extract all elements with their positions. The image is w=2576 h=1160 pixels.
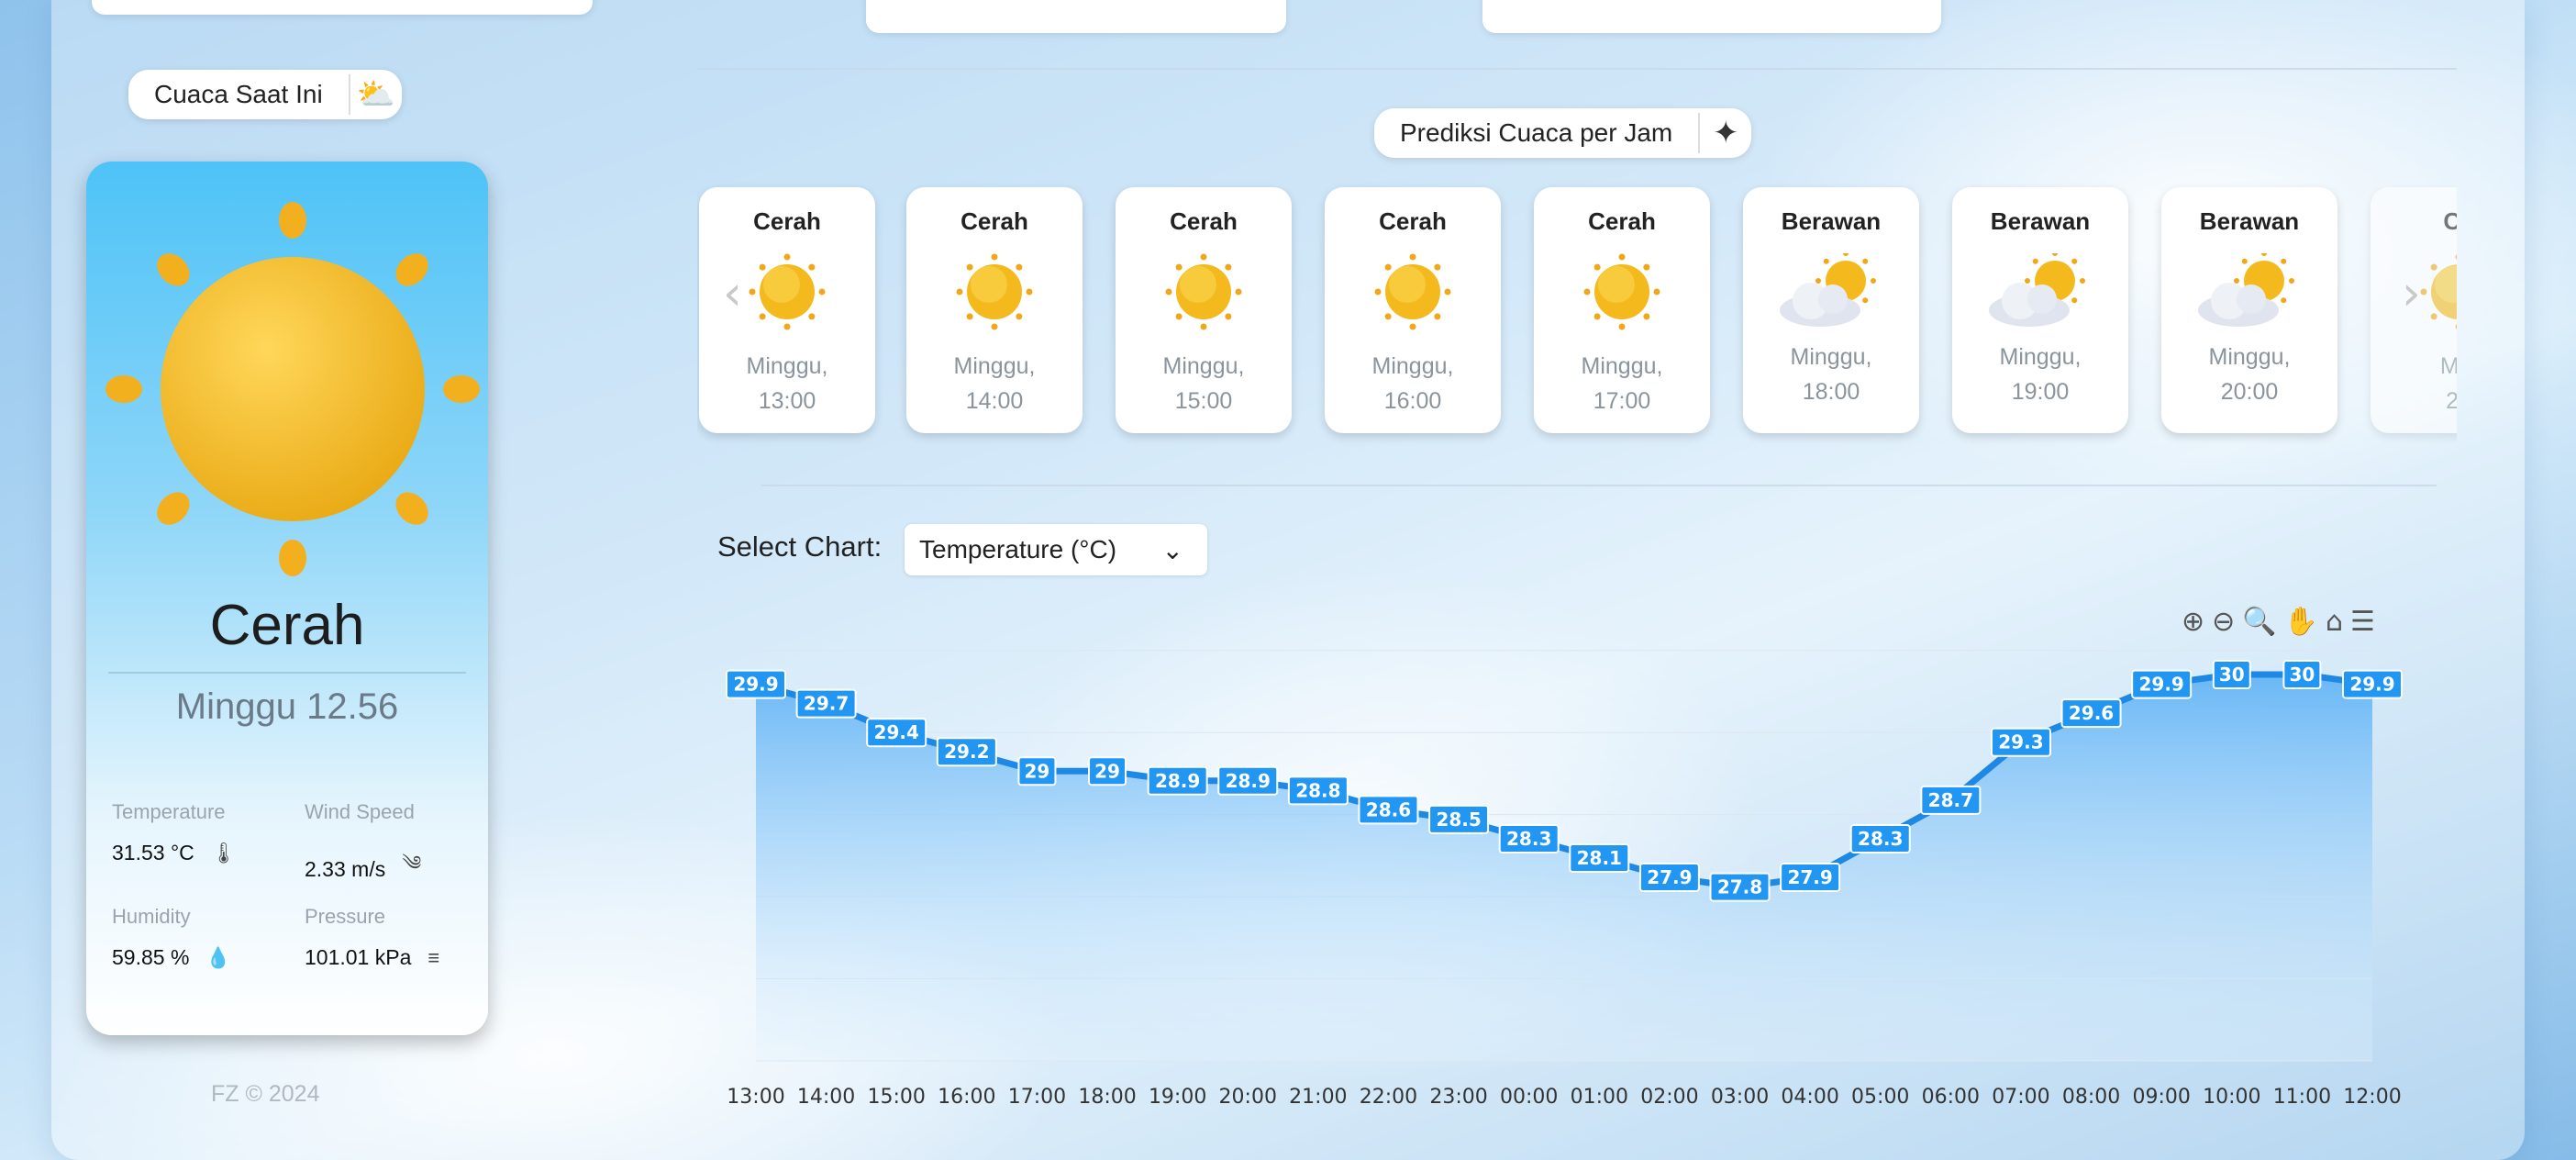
current-datetime: Minggu 12.56: [175, 686, 399, 727]
sun-icon: [1374, 253, 1451, 330]
reset-home-icon[interactable]: ⌂: [2326, 606, 2343, 638]
hourly-time: 21: [2446, 388, 2457, 414]
hourly-day: Minggu,: [953, 353, 1036, 379]
stat-label: Wind Speed: [305, 800, 415, 823]
hourly-card[interactable]: Berawan Minggu, 18:00: [1743, 187, 1919, 433]
hourly-day: Minggu,: [1999, 344, 2082, 370]
stat-value: 2.33 m/s: [305, 856, 386, 881]
stat-humidity: Humidity 59.85 % 💧: [112, 905, 231, 970]
hourly-card[interactable]: Cerah Minggu, 17:00: [1534, 187, 1710, 433]
hourly-time: 14:00: [965, 388, 1024, 414]
hourly-strip: Cerah Minggu, 13:00 Cerah Minggu, 14:00 Cerah M…: [697, 0, 2457, 477]
hourly-condition: Cerah: [1588, 207, 1656, 235]
sun-icon: [1583, 253, 1660, 330]
hourly-card[interactable]: Cerah Minggu, 14:00: [906, 187, 1083, 433]
stat-value: 59.85 %: [112, 945, 190, 969]
hourly-time: 13:00: [758, 388, 816, 414]
hourly-time: 16:00: [1383, 388, 1442, 414]
hourly-condition: Cerah: [753, 207, 821, 235]
sun-icon: [1165, 253, 1242, 330]
hourly-condition: Cerah: [1379, 207, 1447, 235]
scroll-right-arrow[interactable]: ›: [2402, 266, 2421, 321]
hourly-day: Minggu,: [746, 353, 828, 379]
hourly-condition: Berawan: [1990, 207, 2091, 235]
current-weather-label: Cuaca Saat Ini: [154, 80, 323, 108]
hourly-time: 18:00: [1802, 379, 1860, 405]
chart-select-value: Temperature (°C): [919, 535, 1117, 563]
hourly-card[interactable]: Berawan Minggu, 19:00: [1952, 187, 2128, 433]
zoom-in-icon[interactable]: ⊕: [2182, 606, 2204, 638]
cloud-sun-icon: [1989, 253, 2085, 327]
hourly-condition: Berawan: [2199, 207, 2300, 235]
wind-icon: ༄: [402, 852, 422, 875]
cloud-sun-icon: [2198, 253, 2294, 327]
stat-wind: Wind Speed 2.33 m/s ༄: [305, 800, 421, 898]
hourly-card[interactable]: Cerah Minggu, 15:00: [1116, 187, 1292, 433]
menu-icon[interactable]: ☰: [2350, 606, 2375, 638]
hourly-time: 19:00: [2011, 379, 2070, 405]
hourly-day: Minggu,: [1790, 344, 1872, 370]
stat-value: 101.01 kPa: [305, 945, 412, 969]
current-weather-pill: Cuaca Saat Ini ⛅: [128, 70, 402, 119]
stat-label: Pressure: [305, 905, 386, 928]
pressure-icon: ≡: [427, 945, 440, 969]
stat-pressure: Pressure 101.01 kPa ≡: [305, 905, 439, 970]
stat-value: 31.53 °C: [112, 841, 194, 864]
scroll-left-arrow[interactable]: ‹: [723, 266, 742, 321]
city-search-box[interactable]: [92, 0, 593, 15]
hourly-condition: Ce: [2443, 207, 2457, 235]
zoom-icon[interactable]: 🔍: [2242, 606, 2276, 638]
hourly-condition: Cerah: [1170, 207, 1238, 235]
select-chart-label: Select Chart:: [717, 530, 883, 563]
hourly-day: Minggu,: [1371, 353, 1454, 379]
cloud-sun-icon: [1780, 253, 1876, 327]
stat-label: Humidity: [112, 905, 191, 928]
zoom-out-icon[interactable]: ⊖: [2212, 606, 2235, 638]
hourly-day: Minggu,: [2208, 344, 2291, 370]
hourly-card[interactable]: Cerah Minggu, 16:00: [1325, 187, 1501, 433]
chart-toolbar: ⊕ ⊖ 🔍 ✋ ⌂ ☰: [2182, 606, 2375, 638]
pan-hand-icon[interactable]: ✋: [2284, 606, 2318, 638]
chevron-down-icon: ⌄: [1161, 536, 1183, 564]
current-condition: Cerah: [209, 594, 365, 657]
hourly-time: 17:00: [1593, 388, 1651, 414]
thermometer-icon: 🌡: [210, 841, 237, 864]
divider: [108, 672, 466, 674]
sun-icon: [956, 253, 1033, 330]
hourly-condition: Berawan: [1781, 207, 1882, 235]
hourly-time: 15:00: [1174, 388, 1233, 414]
hourly-day: Minggu,: [1581, 353, 1663, 379]
footer: FZ © 2024: [211, 1081, 320, 1107]
hourly-time: 20:00: [2220, 379, 2279, 405]
stat-temperature: Temperature 31.53 °C 🌡: [112, 800, 237, 865]
hourly-condition: Cerah: [960, 207, 1028, 235]
stat-label: Temperature: [112, 800, 226, 823]
hourly-day: Minggu,: [1162, 353, 1245, 379]
sun-icon: [105, 202, 480, 576]
hourly-day: Min: [2439, 353, 2457, 379]
hourly-card[interactable]: Berawan Minggu, 20:00: [2161, 187, 2337, 433]
cloud-sun-icon: ⛅: [356, 77, 395, 112]
chart-type-select[interactable]: Temperature (°C) ⌄: [905, 524, 1207, 575]
droplet-icon: 💧: [205, 945, 231, 969]
current-weather-card: Cerah Minggu 12.56 Temperature 31.53 °C 🌡…: [86, 162, 488, 1035]
mid-divider: [761, 485, 2437, 486]
